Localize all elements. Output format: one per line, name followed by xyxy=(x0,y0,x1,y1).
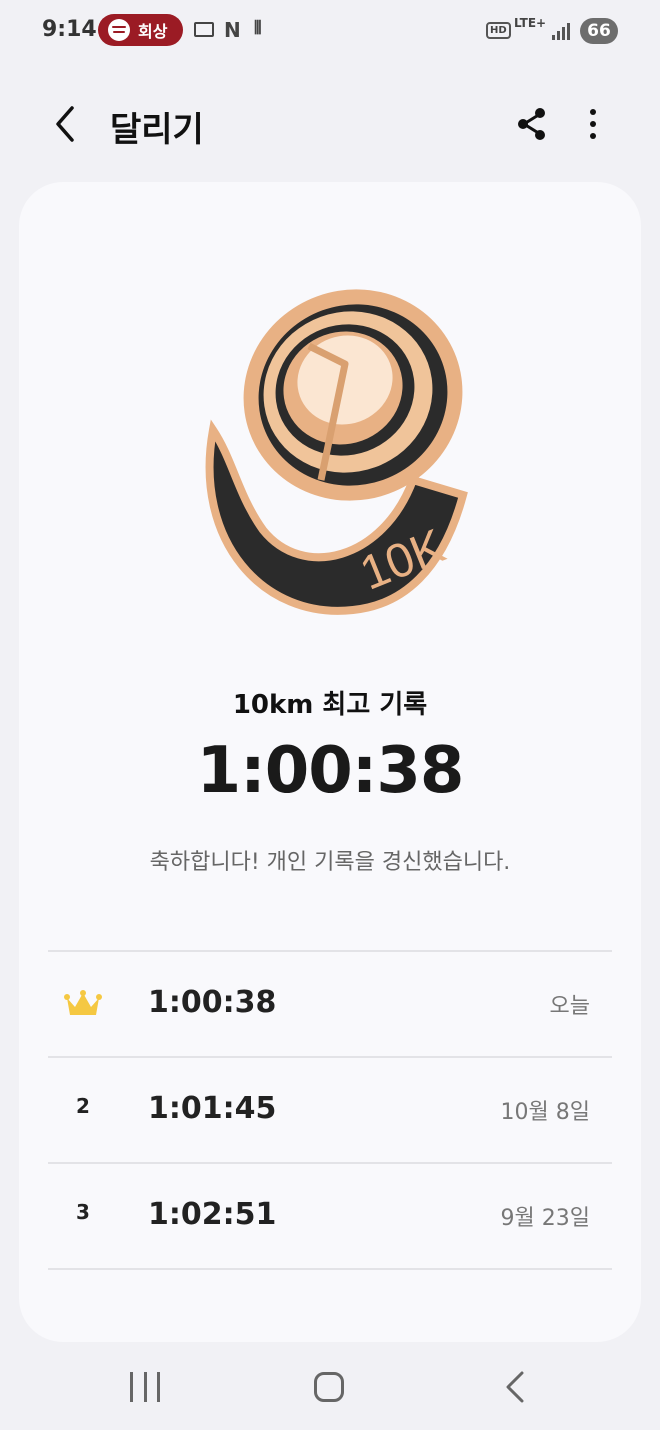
nfc-icon: N xyxy=(224,18,241,42)
home-button[interactable] xyxy=(314,1372,344,1402)
medal-10k-icon: 10K xyxy=(205,289,468,615)
record-date: 10월 8일 xyxy=(500,1100,590,1125)
record-time: 1:01:45 xyxy=(148,1091,277,1126)
system-back-button[interactable] xyxy=(500,1370,530,1404)
record-date: 9월 23일 xyxy=(500,1206,590,1231)
crown-icon xyxy=(64,990,102,1015)
best-record-label: 10km 최고 기록 xyxy=(232,690,428,720)
record-rank: 2 xyxy=(76,1094,90,1118)
congratulations-message: 축하합니다! 개인 기록을 경신했습니다. xyxy=(149,850,511,875)
more-vertical-icon xyxy=(590,109,596,139)
record-time: 1:00:38 xyxy=(148,985,277,1020)
back-button[interactable] xyxy=(48,102,88,146)
record-time: 1:02:51 xyxy=(148,1197,277,1232)
back-arrow-icon xyxy=(506,1371,524,1403)
record-list: 1:00:38 오늘 2 1:01:45 10월 8일 3 1:02:51 9월… xyxy=(48,950,612,1270)
status-time: 9:14 xyxy=(42,17,97,42)
media-pill[interactable]: 회상 xyxy=(98,14,183,46)
app-bar: 달리기 xyxy=(0,90,660,160)
signal-icon xyxy=(552,22,572,40)
best-record-card: 10K 10km 최고 기록 1:00:38 축하합니다! 개인 기록을 경신했… xyxy=(19,182,641,1342)
record-row-1[interactable]: 1:00:38 오늘 xyxy=(48,950,612,1056)
record-row-3[interactable]: 3 1:02:51 9월 23일 xyxy=(48,1162,612,1270)
record-date: 오늘 xyxy=(549,994,590,1019)
vibrate-icon: ⫴ xyxy=(254,18,262,39)
record-row-2[interactable]: 2 1:01:45 10월 8일 xyxy=(48,1056,612,1162)
card-icon xyxy=(194,22,214,37)
chevron-left-icon xyxy=(56,106,74,142)
status-bar: 9:14 회상 N ⫴ HD LTE+ 66 xyxy=(0,0,660,62)
hd-voice-icon: HD xyxy=(486,22,511,39)
spotify-icon xyxy=(108,19,130,41)
share-button[interactable] xyxy=(514,104,550,144)
media-pill-label: 회상 xyxy=(138,22,168,41)
more-options-button[interactable] xyxy=(578,104,608,144)
recent-apps-button[interactable] xyxy=(130,1372,160,1402)
battery-icon: 66 xyxy=(580,18,618,44)
page-title: 달리기 xyxy=(110,110,204,150)
share-icon xyxy=(518,108,545,140)
lte-icon: LTE+ xyxy=(514,16,547,30)
record-rank: 3 xyxy=(76,1200,90,1224)
best-record-time: 1:00:38 xyxy=(196,734,465,808)
system-nav-bar xyxy=(0,1352,660,1430)
